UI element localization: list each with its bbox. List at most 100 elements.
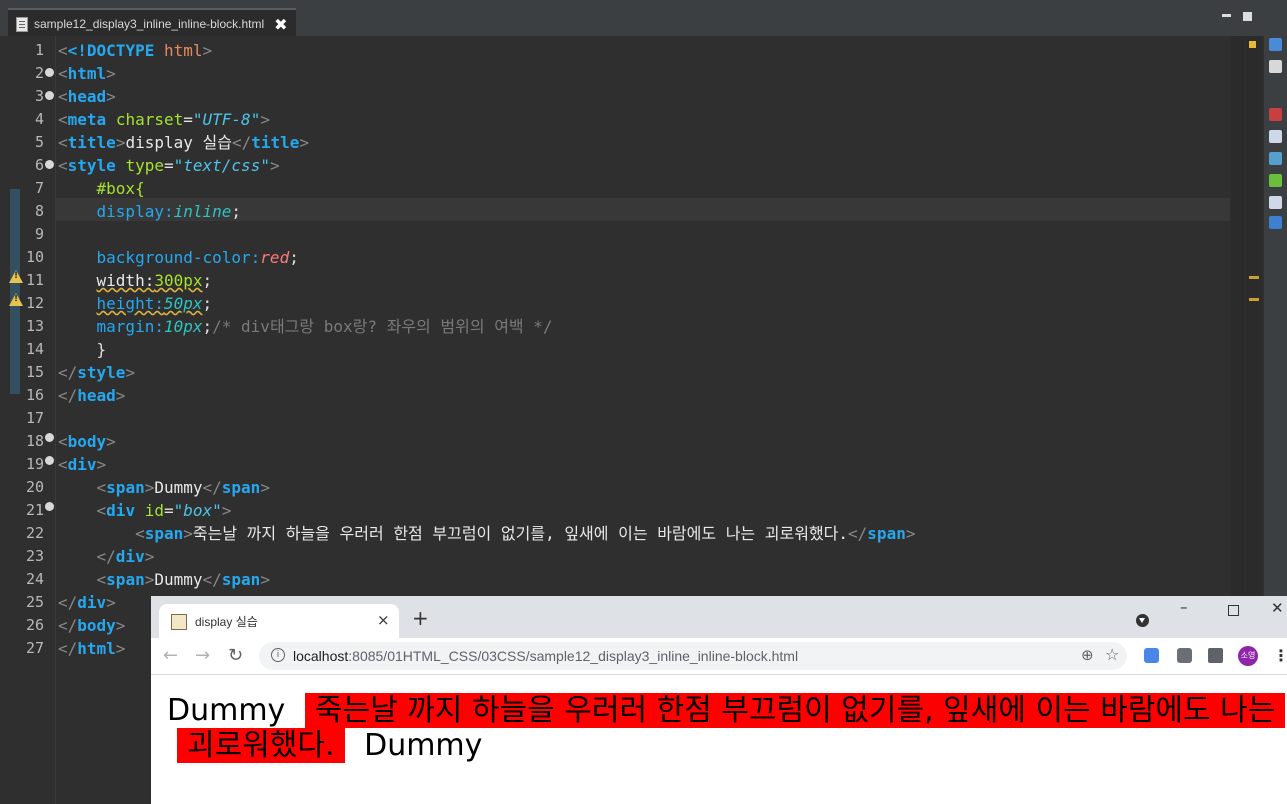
doctype-html: html [154, 41, 203, 60]
code-line-25: </div> [58, 593, 116, 612]
site-info-icon[interactable]: i [271, 648, 285, 662]
box-span-text: 죽는날 까지 하늘을 우러러 한점 부끄럼이 없기를, 잎새에 이는 바람에도 … [187, 693, 1276, 763]
fold-icon[interactable] [45, 456, 54, 465]
url-host: localhost [293, 648, 349, 664]
browser-window: display 실습 × + – ✕ ← → ↻ i localhost:808… [151, 596, 1287, 804]
line-number: 5 [34, 133, 44, 151]
charset-value: "UTF-8" [192, 110, 261, 129]
close-tab-icon[interactable]: × [377, 611, 390, 629]
css-comment: /* div태그랑 box랑? 좌우의 범위의 여백 */ [212, 317, 553, 336]
hierarchy-icon[interactable] [1269, 152, 1282, 165]
close-tab-icon[interactable]: ✖ [274, 15, 287, 34]
new-tab-button[interactable]: + [412, 606, 429, 630]
editor-tab[interactable]: sample12_display3_inline_inline-block.ht… [8, 8, 296, 38]
table-icon[interactable] [1269, 130, 1282, 143]
camera-icon[interactable] [1177, 648, 1192, 663]
code-line-23: </div> [96, 547, 155, 566]
line-number: 7 [34, 179, 44, 197]
line-number: 17 [25, 409, 44, 427]
servers-icon[interactable] [1269, 174, 1282, 187]
rendered-page: Dummy 죽는날 까지 하늘을 우러러 한점 부끄럼이 없기를, 잎새에 이는… [167, 693, 1287, 763]
fold-icon[interactable] [45, 68, 54, 77]
line-number: 24 [25, 570, 44, 588]
overview-marker[interactable] [1249, 276, 1259, 279]
code-line-11: width:300px; [96, 271, 213, 290]
line-number: 10 [25, 248, 44, 266]
address-bar[interactable]: i localhost:8085/01HTML_CSS/03CSS/sample… [259, 642, 1127, 670]
code-line-16: </head> [58, 386, 126, 405]
fold-icon[interactable] [45, 502, 54, 511]
line-number: 25 [25, 593, 44, 611]
line-number: 15 [25, 363, 44, 381]
overview-marker[interactable] [1249, 298, 1259, 301]
code-line-8: display:inline; [96, 202, 242, 221]
browser-toolbar: ← → ↻ i localhost:8085/01HTML_CSS/03CSS/… [151, 638, 1287, 675]
code-line-10: background-color:red; [96, 248, 299, 267]
line-number: 14 [25, 340, 44, 358]
line-number: 23 [25, 547, 44, 565]
line-number: 27 [25, 639, 44, 657]
document-icon[interactable] [1269, 60, 1282, 73]
code-line-12: height:50px; [96, 294, 213, 313]
console-icon[interactable] [1269, 196, 1282, 209]
fold-icon[interactable] [45, 160, 54, 169]
translate-icon[interactable] [1144, 648, 1159, 663]
close-window-button[interactable]: ✕ [1271, 599, 1284, 617]
url-text[interactable]: localhost:8085/01HTML_CSS/03CSS/sample12… [293, 648, 798, 664]
id-value: "box" [173, 501, 222, 520]
minimize-window-button[interactable]: – [1180, 598, 1188, 616]
span-text: Dummy [154, 570, 203, 589]
line-number: 9 [34, 225, 44, 243]
fold-icon[interactable] [45, 433, 54, 442]
code-line-22: <span>죽는날 까지 하늘을 우러러 한점 부끄럼이 없기를, 잎새에 이는… [135, 524, 916, 543]
css-prop: width: [96, 271, 155, 290]
browser-tab[interactable]: display 실습 × [159, 604, 399, 638]
warning-icon[interactable] [9, 270, 23, 283]
line-number: 4 [34, 110, 44, 128]
css-value: 50px [163, 294, 203, 313]
css-prop: height: [96, 294, 164, 313]
right-toolbar [1264, 0, 1287, 600]
box-inline-div: 죽는날 까지 하늘을 우러러 한점 부끄럼이 없기를, 잎새에 이는 바람에도 … [177, 693, 1286, 763]
back-icon[interactable]: ← [163, 646, 178, 666]
reload-icon[interactable]: ↻ [228, 646, 243, 666]
code-line-21: <div id="box"> [96, 501, 232, 520]
doctype-keyword: <!DOCTYPE [67, 41, 155, 60]
maximize-window-button[interactable] [1228, 605, 1239, 616]
overview-warning-icon[interactable] [1249, 41, 1256, 48]
line-number: 22 [25, 524, 44, 542]
more-menu-icon[interactable]: ⋮ [1273, 646, 1287, 665]
zoom-icon[interactable]: ⊕ [1081, 646, 1094, 664]
line-number: 6 [34, 156, 44, 174]
line-number: 13 [25, 317, 44, 335]
code-line-15: </style> [58, 363, 136, 382]
span-text: 죽는날 까지 하늘을 우러러 한점 부끄럼이 없기를, 잎새에 이는 바람에도 … [192, 524, 849, 543]
minimize-editor-icon[interactable] [1222, 14, 1231, 17]
outline-icon[interactable] [1269, 38, 1282, 51]
problems-icon[interactable] [1269, 108, 1282, 121]
fold-icon[interactable] [45, 91, 54, 100]
maximize-editor-icon[interactable] [1243, 12, 1252, 21]
extensions-icon[interactable] [1208, 648, 1223, 663]
code-line-5: <title>display 실습</title> [58, 133, 310, 152]
tab-search-icon[interactable] [1136, 614, 1149, 627]
line-number: 19 [25, 455, 44, 473]
vertical-scrollbar[interactable] [1231, 36, 1245, 596]
code-line-1: <<!DOCTYPE html> [58, 41, 213, 60]
css-prop: margin: [96, 317, 164, 336]
bookmark-star-icon[interactable]: ☆ [1105, 645, 1119, 664]
overview-ruler [1246, 36, 1262, 596]
css-value: 300px [154, 271, 203, 290]
profile-avatar[interactable]: 소영 [1238, 646, 1258, 666]
code-line-2: <html> [58, 64, 116, 83]
url-path: :8085/01HTML_CSS/03CSS/sample12_display3… [348, 648, 799, 664]
forward-icon[interactable]: → [195, 646, 210, 666]
warning-icon[interactable] [9, 293, 23, 306]
line-number: 18 [25, 432, 44, 450]
code-line-13: margin:10px;/* div태그랑 box랑? 좌우의 범위의 여백 *… [96, 317, 553, 336]
html-file-icon [16, 16, 28, 32]
terminal-icon[interactable] [1269, 216, 1282, 229]
title-text: display 실습 [125, 133, 232, 152]
code-line-20: <span>Dummy</span> [96, 478, 270, 497]
span-text: Dummy [154, 478, 203, 497]
